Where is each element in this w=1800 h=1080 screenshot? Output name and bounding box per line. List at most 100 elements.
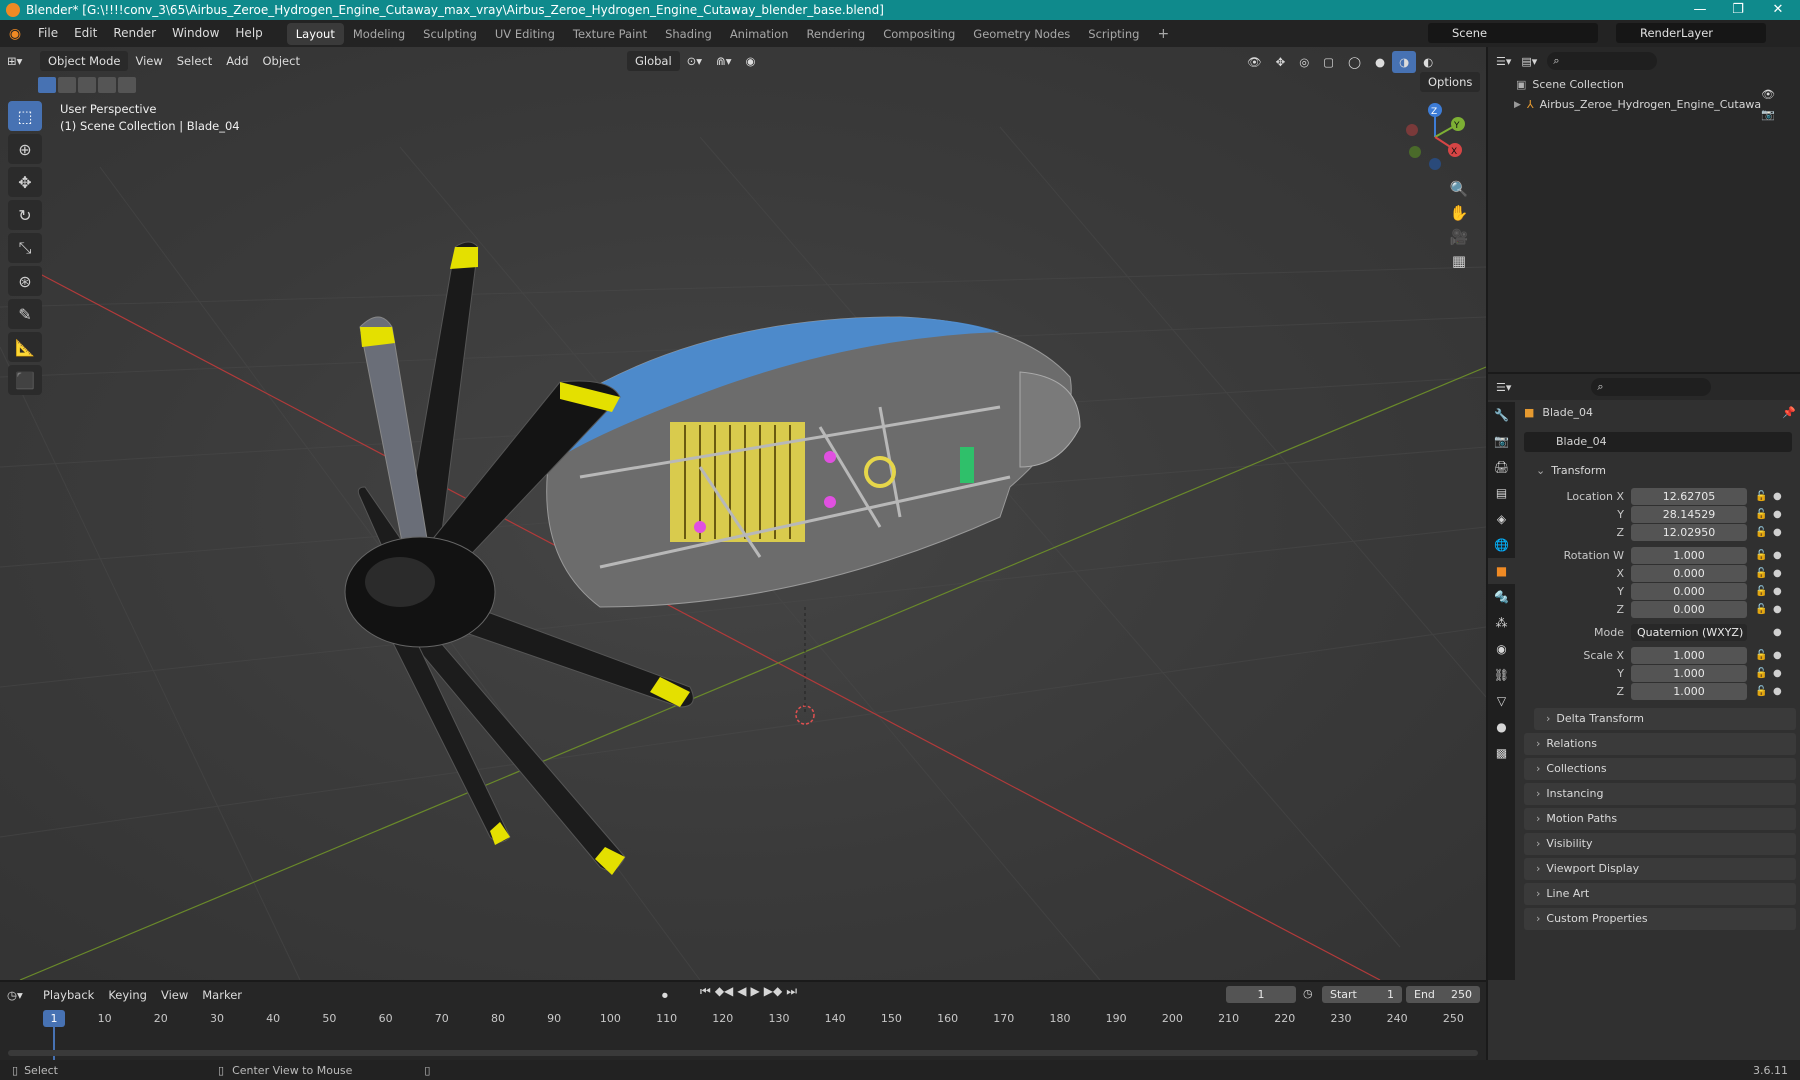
- menu-help[interactable]: Help: [227, 20, 270, 47]
- maximize-icon[interactable]: ❐: [1718, 0, 1758, 20]
- renderlayer-field[interactable]: RenderLayer: [1616, 23, 1766, 43]
- current-frame-field[interactable]: 1: [1226, 986, 1296, 1003]
- tab-texture-paint[interactable]: Texture Paint: [564, 23, 656, 45]
- zoom-icon[interactable]: 🔍: [1447, 177, 1471, 201]
- viewport-display-panel[interactable]: › Viewport Display: [1524, 858, 1796, 880]
- rotate-tool[interactable]: ↻: [8, 200, 42, 230]
- scale-x-field[interactable]: 1.000: [1631, 646, 1747, 664]
- blender-menu-icon[interactable]: ◉: [0, 26, 30, 42]
- scale-z-field[interactable]: 1.000: [1631, 682, 1747, 700]
- proportional-edit-icon[interactable]: ◉: [739, 50, 763, 72]
- menu-window[interactable]: Window: [164, 20, 227, 47]
- select-extend-icon[interactable]: [58, 77, 76, 93]
- keyframe-dot-icon[interactable]: ●: [1773, 509, 1782, 520]
- navigation-gizmo[interactable]: Z Y X: [1400, 102, 1470, 172]
- snap-icon[interactable]: ⋒▾: [709, 50, 738, 72]
- menu-playback[interactable]: Playback: [36, 984, 101, 1006]
- menu-object[interactable]: Object: [256, 50, 307, 72]
- custom-properties-panel[interactable]: › Custom Properties: [1524, 908, 1796, 930]
- expand-arrow-icon[interactable]: ▶: [1514, 95, 1521, 115]
- editor-type-icon[interactable]: ⊞▾: [0, 50, 40, 72]
- lock-icon[interactable]: 🔓: [1755, 668, 1769, 679]
- rotation-y-field[interactable]: 0.000: [1631, 582, 1747, 600]
- render-tab-icon[interactable]: 📷: [1488, 428, 1515, 454]
- timeline-ruler[interactable]: 1 10 20 30 40 50 60 70 80 90 100 110 120 130 140 150 160…: [0, 1008, 1486, 1067]
- wireframe-shading-icon[interactable]: ◯: [1341, 51, 1368, 73]
- outliner-item[interactable]: ▶ ⅄ Airbus_Zeroe_Hydrogen_Engine_Cutawa …: [1488, 88, 1800, 121]
- texture-tab-icon[interactable]: ▩: [1488, 740, 1515, 766]
- ortho-grid-icon[interactable]: ▦: [1447, 249, 1471, 273]
- rotation-z-field[interactable]: 0.000: [1631, 600, 1747, 618]
- modifier-tab-icon[interactable]: 🔩: [1488, 584, 1515, 610]
- tab-uv-editing[interactable]: UV Editing: [486, 23, 564, 45]
- menu-add[interactable]: Add: [219, 50, 255, 72]
- outliner-editor-icon[interactable]: ☰▾: [1496, 55, 1511, 68]
- scale-y-field[interactable]: 1.000: [1631, 664, 1747, 682]
- timeline-editor-icon[interactable]: ◷▾: [0, 984, 36, 1006]
- rotation-w-field[interactable]: 1.000: [1631, 546, 1747, 564]
- end-frame-field[interactable]: End 250: [1406, 986, 1480, 1003]
- material-tab-icon[interactable]: ●: [1488, 714, 1515, 740]
- keyframe-dot-icon[interactable]: ●: [1773, 568, 1782, 579]
- add-workspace-icon[interactable]: +: [1148, 23, 1178, 45]
- play-reverse-icon[interactable]: ◀: [737, 984, 746, 999]
- play-icon[interactable]: ▶: [751, 984, 760, 999]
- visibility-icon[interactable]: 👁: [1240, 51, 1269, 73]
- minimize-icon[interactable]: —: [1680, 0, 1720, 20]
- menu-marker[interactable]: Marker: [195, 984, 249, 1006]
- particles-tab-icon[interactable]: ⁂: [1488, 610, 1515, 636]
- 3d-viewport[interactable]: ⊞▾ Object Mode View Select Add Object Gl…: [0, 47, 1486, 980]
- pin-icon[interactable]: 📌: [1782, 406, 1796, 419]
- object-mode-dropdown[interactable]: Object Mode: [40, 50, 129, 71]
- lock-icon[interactable]: 🔓: [1755, 550, 1769, 561]
- gizmo-toggle-icon[interactable]: ✥: [1269, 51, 1293, 73]
- tab-layout[interactable]: Layout: [286, 22, 344, 45]
- outliner-display-mode-icon[interactable]: ▤▾: [1521, 55, 1537, 68]
- location-z-field[interactable]: 12.02950: [1631, 523, 1747, 541]
- tab-modeling[interactable]: Modeling: [344, 23, 414, 45]
- outliner-search-input[interactable]: ⌕: [1547, 52, 1658, 70]
- properties-search-input[interactable]: ⌕: [1591, 378, 1712, 396]
- tab-animation[interactable]: Animation: [721, 23, 798, 45]
- lock-icon[interactable]: 🔓: [1755, 586, 1769, 597]
- output-tab-icon[interactable]: 🖨: [1488, 454, 1515, 480]
- lock-icon[interactable]: 🔓: [1755, 686, 1769, 697]
- jump-start-icon[interactable]: ⏮: [700, 984, 711, 999]
- keyframe-dot-icon[interactable]: ●: [1773, 627, 1782, 638]
- prev-keyframe-icon[interactable]: ◆◀: [715, 984, 733, 999]
- view-layer-tab-icon[interactable]: ▤: [1488, 480, 1515, 506]
- tab-sculpting[interactable]: Sculpting: [414, 23, 486, 45]
- keyframe-dot-icon[interactable]: ●: [1773, 527, 1782, 538]
- properties-editor-icon[interactable]: ☰▾: [1496, 381, 1511, 394]
- menu-select[interactable]: Select: [170, 50, 219, 72]
- delta-transform-panel[interactable]: › Delta Transform: [1534, 708, 1796, 730]
- select-subtract-icon[interactable]: [78, 77, 96, 93]
- scene-tab-icon[interactable]: ◈: [1488, 506, 1515, 532]
- keyframe-dot-icon[interactable]: ●: [1773, 604, 1782, 615]
- select-invert-icon[interactable]: [98, 77, 116, 93]
- start-frame-field[interactable]: Start 1: [1322, 986, 1402, 1003]
- add-cube-tool[interactable]: ⬛: [8, 365, 42, 395]
- menu-render[interactable]: Render: [105, 20, 164, 47]
- location-y-field[interactable]: 28.14529: [1631, 505, 1747, 523]
- keyframe-dot-icon[interactable]: ●: [1773, 686, 1782, 697]
- visibility-panel[interactable]: › Visibility: [1524, 833, 1796, 855]
- keyframe-dot-icon[interactable]: ●: [1773, 550, 1782, 561]
- scene-selector[interactable]: Scene: [1428, 23, 1598, 43]
- eye-visibility-icon[interactable]: 👁 📷: [1761, 85, 1792, 125]
- menu-timeline-view[interactable]: View: [154, 984, 195, 1006]
- tab-shading[interactable]: Shading: [656, 23, 721, 45]
- object-tab-icon[interactable]: ■: [1488, 558, 1515, 584]
- record-icon[interactable]: ⏺: [655, 984, 675, 1006]
- collections-panel[interactable]: › Collections: [1524, 758, 1796, 780]
- xray-icon[interactable]: ▢: [1316, 51, 1341, 73]
- tab-compositing[interactable]: Compositing: [874, 23, 964, 45]
- tab-rendering[interactable]: Rendering: [797, 23, 874, 45]
- measure-tool[interactable]: 📐: [8, 332, 42, 362]
- renderlayer-selector[interactable]: RenderLayer: [1616, 23, 1766, 43]
- solid-shading-icon[interactable]: ●: [1368, 51, 1392, 73]
- rendered-shading-icon[interactable]: ◐: [1416, 51, 1440, 73]
- keyframe-dot-icon[interactable]: ●: [1773, 650, 1782, 661]
- transform-tool[interactable]: ⊛: [8, 266, 42, 296]
- menu-keying[interactable]: Keying: [101, 984, 154, 1006]
